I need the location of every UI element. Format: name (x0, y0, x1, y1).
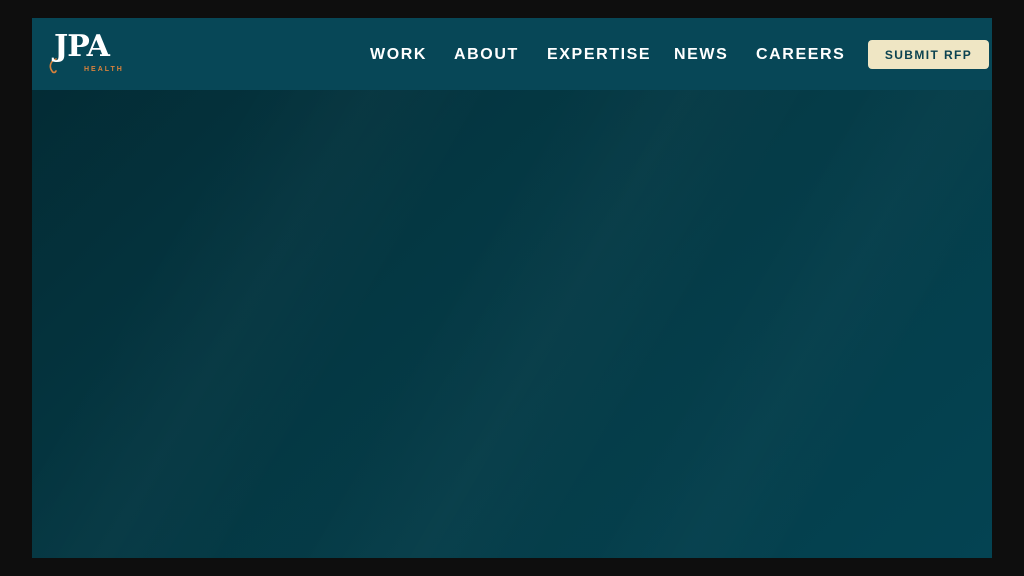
nav-item-news[interactable]: NEWS (674, 46, 728, 64)
hero-section (32, 90, 992, 558)
main-navigation: WORK ABOUT EXPERTISE NEWS CAREERS (32, 18, 992, 90)
nav-item-about[interactable]: ABOUT (454, 46, 519, 64)
browser-viewport: JPA HEALTH WORK ABOUT EXPERTISE NEWS CAR… (32, 18, 992, 558)
nav-item-expertise[interactable]: EXPERTISE (547, 46, 651, 64)
submit-rfp-button[interactable]: SUBMIT RFP (868, 40, 989, 69)
nav-item-work[interactable]: WORK (370, 46, 427, 64)
nav-item-careers[interactable]: CAREERS (756, 46, 845, 64)
site-header: JPA HEALTH WORK ABOUT EXPERTISE NEWS CAR… (32, 18, 992, 90)
